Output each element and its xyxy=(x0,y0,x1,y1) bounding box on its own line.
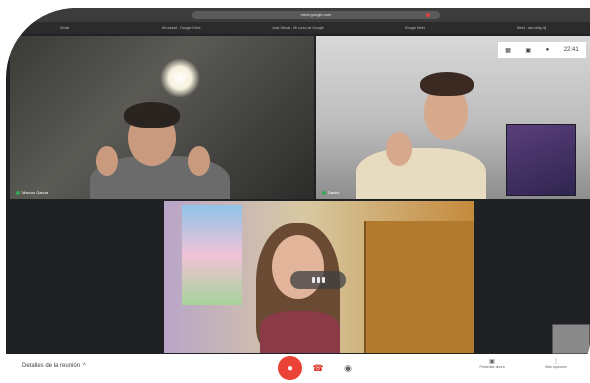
participant-name-label: Marcos García xyxy=(16,190,48,195)
chevron-up-icon: ^ xyxy=(83,363,86,369)
book-cover xyxy=(506,124,576,196)
speaking-indicator xyxy=(290,271,346,289)
recording-icon xyxy=(426,13,430,17)
video-tile-bottom-center[interactable] xyxy=(164,201,474,353)
mic-on-icon xyxy=(322,190,326,195)
meeting-clock: 22:41 xyxy=(563,47,579,53)
participant-hair xyxy=(420,72,474,96)
bookmark-item[interactable]: Gmail xyxy=(6,26,123,30)
present-now-button[interactable]: ▣ Presentar ahora xyxy=(472,358,512,369)
participant-name: Marcos García xyxy=(22,190,49,195)
browser-titlebar: meet.google.com xyxy=(6,8,590,22)
phone-hangup-icon: ☎ xyxy=(312,362,324,373)
wooden-cabinet xyxy=(364,221,474,353)
participant-name-label: Daniel xyxy=(322,190,339,195)
participant-face xyxy=(272,235,324,299)
camera-icon: ◉ xyxy=(344,362,352,373)
participant-body xyxy=(260,311,340,353)
people-icon[interactable]: ● xyxy=(546,47,550,53)
screenshot-frame: meet.google.com Gmail Mi unidad - Google… xyxy=(0,0,590,383)
chat-icon[interactable]: ▣ xyxy=(525,47,531,54)
present-icon: ▣ xyxy=(489,359,495,365)
top-right-toolbar: ▦ ▣ ● 22:41 xyxy=(498,42,586,58)
meet-window: meet.google.com Gmail Mi unidad - Google… xyxy=(6,8,590,380)
participant-hair xyxy=(124,102,180,128)
thumbs-up-hand xyxy=(188,146,210,176)
present-label: Presentar ahora xyxy=(479,365,505,369)
bookmark-item[interactable]: Aula Virtual - Mi curso de Google xyxy=(240,26,357,30)
audio-bar xyxy=(311,277,315,283)
meeting-controls-bar: Detalles de la reunión ^ ● ☎ ◉ ▣ Present… xyxy=(6,354,590,383)
more-label: Más opciones xyxy=(545,365,567,369)
bookmark-item[interactable]: Meet - abc-defg-hij xyxy=(473,26,590,30)
camera-button[interactable]: ◉ xyxy=(342,362,354,374)
more-vert-icon: ⋮ xyxy=(553,359,559,365)
video-tile-top-right[interactable]: ▦ ▣ ● 22:41 Daniel xyxy=(316,36,590,199)
thumbs-up-hand xyxy=(386,132,412,166)
mic-off-icon: ● xyxy=(286,362,294,374)
bookmark-item[interactable]: Google Meet xyxy=(356,26,473,30)
mic-off-button[interactable]: ● xyxy=(278,356,302,380)
bookmark-item[interactable]: Mi unidad - Google Drive xyxy=(123,26,240,30)
participant-name: Daniel xyxy=(328,190,340,195)
address-bar[interactable]: meet.google.com xyxy=(192,11,440,19)
self-view-tile[interactable] xyxy=(552,324,590,354)
bookmarks-bar: Gmail Mi unidad - Google Drive Aula Virt… xyxy=(6,22,590,34)
ceiling-lamp xyxy=(160,58,200,98)
grid-icon[interactable]: ▦ xyxy=(505,47,511,54)
meeting-details-label: Detalles de la reunión xyxy=(22,363,81,369)
meeting-details-button[interactable]: Detalles de la reunión ^ xyxy=(22,363,86,369)
end-call-button[interactable]: ☎ xyxy=(312,362,324,374)
wall-posters xyxy=(182,205,242,305)
address-text: meet.google.com xyxy=(300,12,332,17)
audio-bar xyxy=(316,277,320,283)
audio-bar xyxy=(321,277,325,283)
more-options-button[interactable]: ⋮ Más opciones xyxy=(536,358,576,369)
video-tile-top-left[interactable]: Marcos García xyxy=(10,36,314,199)
participant-body xyxy=(356,148,486,199)
mic-on-icon xyxy=(16,190,20,195)
thumbs-up-hand xyxy=(96,146,118,176)
